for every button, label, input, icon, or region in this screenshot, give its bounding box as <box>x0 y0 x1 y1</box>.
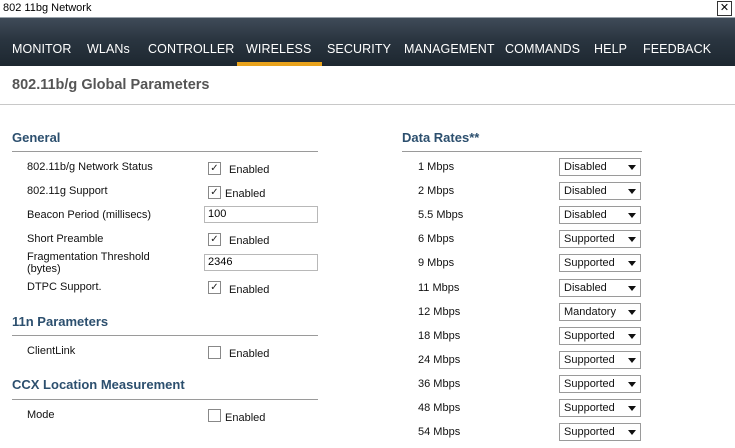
dtpc-text: Enabled <box>229 284 270 296</box>
rate-label: 5.5 Mbps <box>418 209 464 221</box>
short-preamble-text: Enabled <box>229 235 270 247</box>
network-status-label: 802.11b/g Network Status <box>27 161 153 173</box>
network-status-checkbox[interactable]: ✓ <box>208 162 221 175</box>
rate-label: 11 Mbps <box>418 282 460 294</box>
rate-select-value: Disabled <box>564 209 607 221</box>
short-preamble-label: Short Preamble <box>27 233 104 245</box>
frag-threshold-label-line1: Fragmentation Threshold <box>27 251 150 263</box>
rate-select-value: Supported <box>564 330 615 342</box>
short-preamble-checkbox[interactable]: ✓ <box>208 233 221 246</box>
chevron-down-icon <box>628 430 636 435</box>
rate-select-value: Supported <box>564 257 615 269</box>
rate-label: 9 Mbps <box>418 257 455 269</box>
section-divider-ccx <box>12 399 318 400</box>
rate-label: 24 Mbps <box>418 354 461 366</box>
rate-select[interactable]: Supported <box>559 230 641 248</box>
beacon-period-input[interactable]: 100 <box>204 206 318 223</box>
dtpc-checkbox[interactable]: ✓ <box>208 281 221 294</box>
chevron-down-icon <box>628 406 636 411</box>
nav-tab-feedback[interactable]: FEEDBACK <box>643 42 711 56</box>
section-title-data-rates: Data Rates** <box>402 130 480 145</box>
window-title: 802 11bg Network <box>3 2 92 14</box>
nav-tab-wireless[interactable]: WIRELESS <box>236 42 323 66</box>
rate-label: 54 Mbps <box>418 426 461 438</box>
ccx-mode-text: Enabled <box>225 412 266 424</box>
frag-threshold-label-line2: (bytes) <box>27 263 61 275</box>
rate-select[interactable]: Disabled <box>559 158 641 176</box>
rate-select-value: Disabled <box>564 161 607 173</box>
rate-select[interactable]: Supported <box>559 399 641 417</box>
section-title-11n: 11n Parameters <box>12 314 109 329</box>
rate-select[interactable]: Disabled <box>559 279 641 297</box>
rate-label: 18 Mbps <box>418 330 461 342</box>
section-divider-11n <box>12 335 318 336</box>
dtpc-label: DTPC Support. <box>27 281 102 293</box>
nav-tab-monitor[interactable]: MONITOR <box>12 42 72 56</box>
rate-label: 1 Mbps <box>418 161 455 173</box>
rate-select-value: Mandatory <box>564 306 616 318</box>
g-support-text: Enabled <box>225 188 266 200</box>
header-divider <box>0 104 735 105</box>
nav-tab-controller[interactable]: CONTROLLER <box>148 42 234 56</box>
g-support-checkbox[interactable]: ✓ <box>208 186 221 199</box>
rate-select-value: Supported <box>564 233 615 245</box>
rate-label: 36 Mbps <box>418 378 461 390</box>
rate-label: 6 Mbps <box>418 233 455 245</box>
chevron-down-icon <box>628 310 636 315</box>
rate-label: 12 Mbps <box>418 306 461 318</box>
rate-select[interactable]: Disabled <box>559 206 641 224</box>
rate-select[interactable]: Supported <box>559 423 641 441</box>
rate-select[interactable]: Supported <box>559 327 641 345</box>
rate-select[interactable]: Supported <box>559 351 641 369</box>
rate-label: 48 Mbps <box>418 402 461 414</box>
clientlink-text: Enabled <box>229 348 270 360</box>
beacon-period-label: Beacon Period (millisecs) <box>27 209 152 221</box>
rate-select-value: Supported <box>564 378 615 390</box>
nav-tab-security[interactable]: SECURITY <box>327 42 391 56</box>
clientlink-label: ClientLink <box>27 345 76 357</box>
chevron-down-icon <box>628 165 636 170</box>
rate-select[interactable]: Supported <box>559 254 641 272</box>
frag-threshold-input[interactable]: 2346 <box>204 254 318 271</box>
section-divider-data-rates <box>402 151 642 152</box>
page-title: 802.11b/g Global Parameters <box>12 77 210 93</box>
nav-tab-management[interactable]: MANAGEMENT <box>404 42 495 56</box>
nav-tab-commands[interactable]: COMMANDS <box>505 42 580 56</box>
chevron-down-icon <box>628 382 636 387</box>
chevron-down-icon <box>628 261 636 266</box>
rate-label: 2 Mbps <box>418 185 455 197</box>
nav-tab-help[interactable]: HELP <box>594 42 627 56</box>
nav-tab-wlans[interactable]: WLANs <box>87 42 130 56</box>
rate-select-value: Disabled <box>564 282 607 294</box>
rate-select[interactable]: Disabled <box>559 182 641 200</box>
ccx-mode-label: Mode <box>27 409 55 421</box>
chevron-down-icon <box>628 286 636 291</box>
rate-select-value: Supported <box>564 402 615 414</box>
close-icon[interactable]: ✕ <box>717 1 732 16</box>
g-support-label: 802.11g Support <box>27 185 108 197</box>
network-status-text: Enabled <box>229 164 270 176</box>
clientlink-checkbox[interactable] <box>208 346 221 359</box>
chevron-down-icon <box>628 213 636 218</box>
rate-select[interactable]: Supported <box>559 375 641 393</box>
section-title-general: General <box>12 130 61 145</box>
chevron-down-icon <box>628 334 636 339</box>
window-titlebar: 802 11bg Network ✕ <box>0 0 735 18</box>
rate-select-value: Supported <box>564 354 615 366</box>
chevron-down-icon <box>628 237 636 242</box>
main-nav: MONITOR WLANs CONTROLLER WIRELESS SECURI… <box>0 18 735 66</box>
section-title-ccx: CCX Location Measurement <box>12 377 185 392</box>
ccx-mode-checkbox[interactable] <box>208 409 221 422</box>
rate-select-value: Supported <box>564 426 615 438</box>
section-divider-general <box>12 151 318 152</box>
chevron-down-icon <box>628 358 636 363</box>
chevron-down-icon <box>628 189 636 194</box>
rate-select[interactable]: Mandatory <box>559 303 641 321</box>
rate-select-value: Disabled <box>564 185 607 197</box>
